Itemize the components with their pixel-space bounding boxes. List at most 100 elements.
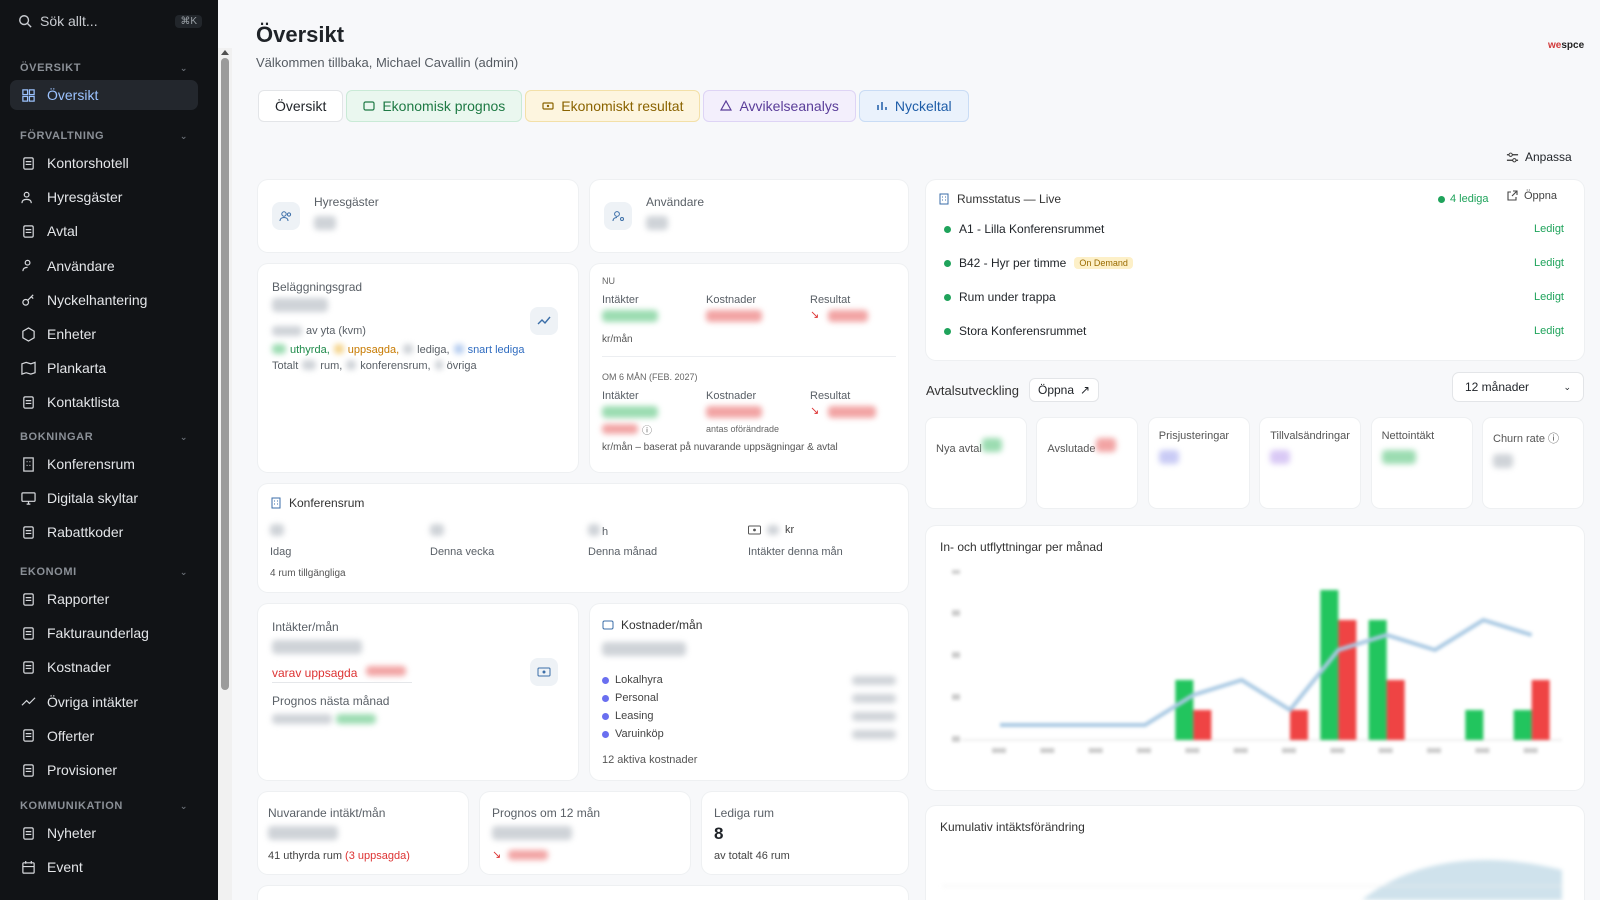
tab-economic-forecast[interactable]: Ekonomisk prognos bbox=[346, 90, 523, 122]
nav-icon bbox=[23, 225, 34, 238]
cost-item: Personal bbox=[602, 692, 896, 704]
room-status-card[interactable]: Rumsstatus — Live 4 lediga Öppna A1 - Li… bbox=[926, 180, 1584, 360]
income-label-2: Intäkter bbox=[602, 390, 639, 402]
sidebar-item-3-5[interactable]: Provisioner bbox=[10, 755, 198, 785]
tab-deviation-analysis[interactable]: Avvikelseanalys bbox=[703, 90, 856, 122]
sidebar-item-3-1[interactable]: Fakturaunderlag bbox=[10, 618, 198, 648]
sidebar-section-4[interactable]: KOMMUNIKATION ⌄ bbox=[20, 800, 188, 812]
sidebar-scrollbar[interactable] bbox=[218, 48, 232, 900]
sidebar-item-3-4[interactable]: Offerter bbox=[10, 721, 198, 751]
room-row[interactable]: A1 - Lilla Konferensrummet Ledigt bbox=[944, 222, 1564, 236]
chevron-down-icon: ⌄ bbox=[179, 130, 188, 141]
sidebar-item-1-0[interactable]: Kontorshotell bbox=[10, 148, 198, 178]
main-content: Översikt Välkommen tillbaka, Michael Cav… bbox=[232, 0, 1600, 900]
vacant-rooms-card[interactable]: Lediga rum 8 av totalt 46 rum bbox=[702, 792, 908, 874]
sidebar-item-1-7[interactable]: Kontaktlista bbox=[10, 387, 198, 417]
kpi-card[interactable]: Nya avtal bbox=[926, 418, 1026, 508]
status-dot bbox=[944, 259, 951, 267]
occupancy-card[interactable]: Beläggningsgrad av yta (kvm) uthyrda, up… bbox=[258, 264, 578, 472]
chevron-down-icon: ⌄ bbox=[179, 800, 188, 811]
kpi-card[interactable]: Churn rate ⓘ bbox=[1483, 418, 1583, 508]
kpi-label: Churn rate bbox=[1493, 433, 1545, 445]
sidebar-section-3[interactable]: EKONOMI ⌄ bbox=[20, 566, 188, 578]
tab-key-figures[interactable]: Nyckeltal bbox=[858, 90, 969, 122]
nav-icon bbox=[21, 361, 36, 375]
bar bbox=[1290, 710, 1308, 740]
sidebar-item-2-2[interactable]: Rabattkoder bbox=[10, 517, 198, 547]
sidebar-item-3-0[interactable]: Rapporter bbox=[10, 584, 198, 614]
info-icon[interactable]: ⓘ bbox=[1548, 433, 1559, 445]
sidebar-item-label: Nyckelhantering bbox=[47, 291, 148, 308]
open-room-status-button[interactable]: Öppna bbox=[1506, 190, 1557, 202]
sidebar-item-0-0[interactable]: Översikt bbox=[10, 80, 198, 110]
users-label: Användare bbox=[646, 195, 705, 209]
forecast-12m-card[interactable]: Prognos om 12 mån ↘ bbox=[480, 792, 690, 874]
scrollbar-thumb[interactable] bbox=[221, 58, 229, 690]
vacant-count: 4 lediga bbox=[1450, 193, 1489, 205]
sidebar-item-1-5[interactable]: Enheter bbox=[10, 319, 198, 349]
period-select[interactable]: 12 månader ⌄ bbox=[1452, 372, 1584, 402]
sidebar-item-3-3[interactable]: Övriga intäkter bbox=[10, 687, 198, 717]
kr-unit: kr bbox=[785, 524, 795, 536]
sidebar-item-1-1[interactable]: Hyresgäster bbox=[10, 182, 198, 212]
in6-label: OM 6 MÅN (FEB. 2027) bbox=[602, 372, 698, 382]
cumulative-chart-card[interactable]: Kumulativ intäktsförändring bbox=[926, 806, 1584, 900]
sidebar-item-1-2[interactable]: Avtal bbox=[10, 216, 198, 246]
tenants-label: Hyresgäster bbox=[314, 195, 379, 209]
moves-chart-card[interactable]: In- och utflyttningar per månad bbox=[926, 526, 1584, 790]
room-row[interactable]: Stora Konferensrummet Ledigt bbox=[944, 324, 1564, 338]
room-name: Rum under trappa bbox=[959, 290, 1056, 304]
live-dot bbox=[1438, 195, 1445, 203]
sidebar-item-2-1[interactable]: Digitala skyltar bbox=[10, 483, 198, 513]
sidebar-item-1-4[interactable]: Nyckelhantering bbox=[10, 285, 198, 315]
terminated-income-label: varav uppsagda bbox=[272, 666, 358, 680]
conference-card[interactable]: Konferensrum Idag Denna vecka h Denna må… bbox=[258, 484, 908, 592]
tenants-card[interactable]: Hyresgäster bbox=[258, 180, 578, 252]
room-name: Stora Konferensrummet bbox=[959, 324, 1087, 338]
sidebar-item-4-0[interactable]: Nyheter bbox=[10, 818, 198, 848]
room-row[interactable]: B42 - Hyr per timme On Demand Ledigt bbox=[944, 256, 1564, 270]
room-status: Ledigt bbox=[1534, 291, 1564, 303]
sidebar-section-1[interactable]: FÖRVALTNING ⌄ bbox=[20, 130, 188, 142]
current-income-card[interactable]: Nuvarande intäkt/mån 41 uthyrda rum (3 u… bbox=[258, 792, 468, 874]
finance-summary-card[interactable]: NU Intäkter Kostnader Resultat ↘ kr/mån … bbox=[590, 264, 908, 472]
users-card[interactable]: Användare bbox=[590, 180, 908, 252]
trending-up-icon bbox=[530, 307, 558, 335]
sidebar-item-3-2[interactable]: Kostnader bbox=[10, 652, 198, 682]
sidebar-item-1-6[interactable]: Plankarta bbox=[10, 353, 198, 383]
customize-button[interactable]: Anpassa bbox=[1506, 150, 1572, 164]
info-icon[interactable]: ⓘ bbox=[642, 422, 652, 437]
sidebar-item-4-1[interactable]: Event bbox=[10, 852, 198, 882]
tab-economic-result[interactable]: Ekonomiskt resultat bbox=[525, 90, 701, 122]
search-icon bbox=[19, 15, 32, 28]
kpi-card[interactable]: Avslutade bbox=[1037, 418, 1138, 508]
income-card[interactable]: Intäkter/mån varav uppsagda Prognos näst… bbox=[258, 604, 578, 780]
sidebar-item-label: Provisioner bbox=[47, 762, 118, 778]
costs-label: Kostnader bbox=[706, 294, 757, 306]
now-label: NU bbox=[602, 276, 615, 286]
trend-down-icon-2: ↘ bbox=[810, 405, 820, 417]
costs-card[interactable]: Kostnader/mån Lokalhyra Personal Leasing Va… bbox=[590, 604, 908, 780]
bar bbox=[1513, 710, 1532, 740]
sidebar-section-0[interactable]: ÖVERSIKT ⌄ bbox=[20, 62, 188, 74]
kpi-label: Avslutade bbox=[1047, 443, 1096, 455]
status-dot bbox=[944, 327, 951, 335]
tab-bar: Översikt Ekonomisk prognos Ekonomiskt re… bbox=[258, 90, 969, 122]
tab-overview[interactable]: Översikt bbox=[258, 90, 344, 122]
current-title: Nuvarande intäkt/mån bbox=[268, 806, 386, 820]
room-row[interactable]: Rum under trappa Ledigt bbox=[944, 290, 1564, 304]
room-status-title: Rumsstatus — Live bbox=[957, 192, 1062, 206]
sidebar-item-label: Plankarta bbox=[47, 360, 107, 377]
sidebar-section-2[interactable]: BOKNINGAR ⌄ bbox=[20, 431, 188, 443]
sidebar-item-2-0[interactable]: Konferensrum bbox=[10, 449, 198, 479]
search-input[interactable]: Sök allt... ⌘K bbox=[10, 8, 210, 34]
kpi-card[interactable]: Nettointäkt bbox=[1371, 418, 1472, 508]
rooms-label: rum, bbox=[320, 360, 343, 372]
result-label-2: Resultat bbox=[810, 390, 851, 402]
nav-icon bbox=[23, 763, 34, 777]
vacant-value: 8 bbox=[714, 824, 724, 843]
open-agreements-button[interactable]: Öppna ↗ bbox=[1028, 378, 1100, 402]
kpi-card[interactable]: Prisjusteringar bbox=[1148, 418, 1249, 508]
sidebar-item-1-3[interactable]: Användare bbox=[10, 251, 198, 281]
kpi-card[interactable]: Tillvalsändringar bbox=[1260, 418, 1361, 508]
